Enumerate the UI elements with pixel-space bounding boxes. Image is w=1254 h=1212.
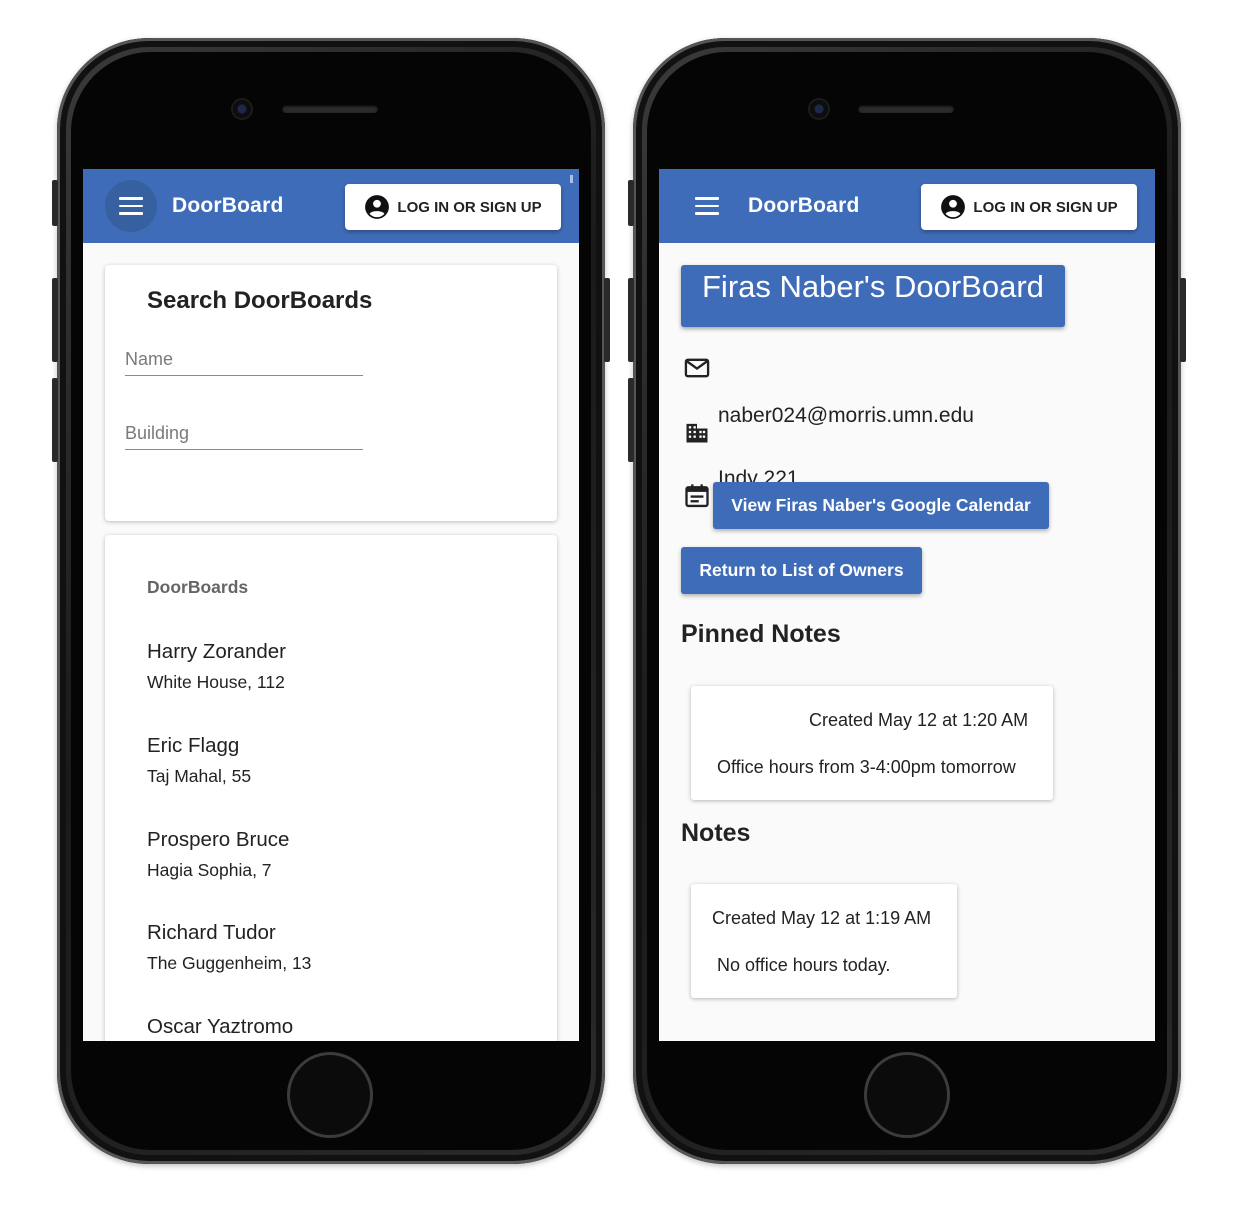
owner-name: Eric Flagg (147, 734, 240, 757)
search-card: Search DoorBoards (105, 265, 557, 521)
list-header: DoorBoards (147, 577, 249, 597)
owner-name: Harry Zorander (147, 640, 286, 663)
screen-search: DoorBoard LOG IN OR SIGN UP Search DoorB… (83, 169, 579, 1041)
account-circle-icon (941, 195, 966, 219)
app-title: DoorBoard (172, 194, 284, 217)
owner-location: The Guggenheim, 13 (147, 953, 312, 973)
list-item[interactable]: Eric Flagg Taj Mahal, 55 (147, 734, 251, 787)
owner-name: Richard Tudor (147, 921, 276, 944)
pinned-note-card: Created May 12 at 1:20 AM Office hours f… (691, 686, 1053, 800)
owner-location: White House, 112 (147, 672, 285, 692)
front-camera (233, 100, 251, 118)
phone-frame-right: DoorBoard LOG IN OR SIGN UP Firas Naber'… (628, 38, 1186, 1164)
board-title-button[interactable]: Firas Naber's DoorBoard (681, 265, 1065, 327)
mute-switch (628, 180, 634, 226)
list-item[interactable]: Oscar Yaztromo (147, 1015, 293, 1039)
home-button[interactable] (864, 1052, 950, 1138)
note-card: Created May 12 at 1:19 AM No office hour… (691, 884, 957, 998)
mute-switch (52, 180, 58, 226)
building-field[interactable] (125, 412, 363, 450)
email-icon (684, 358, 710, 378)
home-button[interactable] (287, 1052, 373, 1138)
name-field[interactable] (125, 338, 363, 376)
login-button[interactable]: LOG IN OR SIGN UP (345, 184, 561, 230)
volume-down-button (52, 378, 58, 462)
list-item[interactable]: Richard Tudor The Guggenheim, 13 (147, 921, 311, 974)
volume-down-button (628, 378, 634, 462)
earpiece-speaker (858, 105, 954, 113)
view-calendar-button[interactable]: View Firas Naber's Google Calendar (713, 482, 1049, 529)
note-date: Created May 12 at 1:19 AM (712, 908, 932, 928)
building-input[interactable] (125, 412, 363, 449)
list-item[interactable]: Prospero Bruce Hagia Sophia, 7 (147, 828, 289, 881)
owner-location: Taj Mahal, 55 (147, 766, 252, 786)
doorboards-list-card: DoorBoards Harry Zorander White House, 1… (105, 535, 557, 1041)
name-input[interactable] (125, 338, 363, 375)
note-body: No office hours today. (717, 955, 891, 975)
menu-button[interactable] (105, 180, 157, 232)
return-to-owners-button[interactable]: Return to List of Owners (681, 547, 922, 594)
front-camera (810, 100, 828, 118)
power-button (604, 278, 610, 362)
login-label: LOG IN OR SIGN UP (397, 198, 542, 216)
notes-title: Notes (681, 819, 751, 847)
app-title: DoorBoard (748, 194, 860, 217)
owner-location: Hagia Sophia, 7 (147, 860, 272, 880)
scroll-indicator (570, 175, 573, 183)
account-circle-icon (365, 195, 390, 219)
phone-frame-left: DoorBoard LOG IN OR SIGN UP Search DoorB… (52, 38, 610, 1164)
login-button[interactable]: LOG IN OR SIGN UP (921, 184, 1137, 230)
menu-button[interactable] (681, 180, 733, 232)
pinned-notes-title: Pinned Notes (681, 620, 841, 648)
app-toolbar: DoorBoard LOG IN OR SIGN UP (659, 169, 1155, 243)
owner-name: Oscar Yaztromo (147, 1015, 294, 1038)
search-title: Search DoorBoards (147, 287, 373, 314)
volume-up-button (628, 278, 634, 362)
note-date: Created May 12 at 1:20 AM (809, 710, 1029, 730)
list-item[interactable]: Harry Zorander White House, 112 (147, 640, 286, 693)
menu-icon (119, 197, 143, 215)
volume-up-button (52, 278, 58, 362)
app-toolbar: DoorBoard LOG IN OR SIGN UP (83, 169, 579, 243)
menu-icon (695, 197, 719, 215)
building-icon (686, 423, 708, 443)
owner-name: Prospero Bruce (147, 828, 290, 851)
screen-doorboard: DoorBoard LOG IN OR SIGN UP Firas Naber'… (659, 169, 1155, 1041)
earpiece-speaker (282, 105, 378, 113)
power-button (1180, 278, 1186, 362)
note-body: Office hours from 3-4:00pm tomorrow (717, 757, 1016, 777)
login-label: LOG IN OR SIGN UP (973, 198, 1118, 216)
email-text: naber024@morris.umn.edu (718, 404, 974, 427)
calendar-icon (685, 484, 709, 508)
